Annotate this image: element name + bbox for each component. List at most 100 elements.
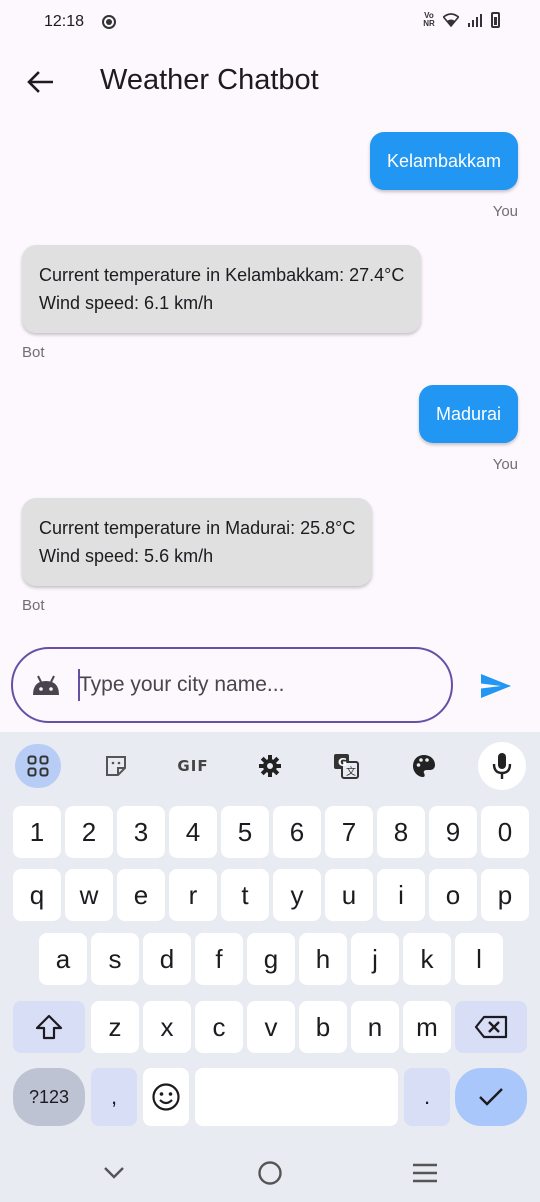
app-bar: Weather Chatbot bbox=[0, 46, 540, 118]
key-b[interactable]: b bbox=[299, 1001, 347, 1053]
key-k[interactable]: k bbox=[403, 933, 451, 985]
voice-input-button[interactable] bbox=[478, 742, 526, 790]
key-j[interactable]: j bbox=[351, 933, 399, 985]
sender-label: Bot bbox=[22, 597, 45, 614]
status-time: 12:18 bbox=[44, 13, 85, 30]
palette-icon bbox=[413, 755, 435, 777]
sender-label: You bbox=[492, 203, 518, 220]
back-button[interactable] bbox=[20, 62, 60, 102]
symbols-key[interactable]: ?123 bbox=[13, 1068, 85, 1126]
key-v[interactable]: v bbox=[247, 1001, 295, 1053]
period-key[interactable]: . bbox=[404, 1068, 450, 1126]
sender-label: Bot bbox=[22, 344, 45, 361]
key-e[interactable]: e bbox=[117, 869, 165, 921]
gif-label: GIF bbox=[177, 757, 209, 775]
keyboard: GIF G文 1 2 3 4 5 6 7 8 9 0 q w e r t y u… bbox=[0, 732, 540, 1142]
theme-button[interactable] bbox=[401, 744, 447, 788]
status-icons: Vo NR bbox=[423, 12, 500, 28]
battery-icon bbox=[491, 12, 500, 28]
key-i[interactable]: i bbox=[377, 869, 425, 921]
key-4[interactable]: 4 bbox=[169, 806, 217, 858]
user-message: Kelambakkam bbox=[369, 132, 518, 190]
enter-key[interactable] bbox=[455, 1068, 527, 1126]
backspace-icon bbox=[474, 1015, 508, 1039]
key-q[interactable]: q bbox=[13, 869, 61, 921]
send-button[interactable] bbox=[474, 666, 518, 706]
translate-button[interactable]: G文 bbox=[323, 744, 369, 788]
key-8[interactable]: 8 bbox=[377, 806, 425, 858]
key-x[interactable]: x bbox=[143, 1001, 191, 1053]
settings-icon bbox=[259, 755, 281, 777]
menu-icon bbox=[413, 1163, 437, 1183]
home-circle-icon bbox=[258, 1161, 282, 1185]
signal-icon bbox=[468, 14, 482, 27]
shift-icon bbox=[35, 1014, 63, 1040]
comma-key[interactable]: , bbox=[91, 1068, 137, 1126]
key-n[interactable]: n bbox=[351, 1001, 399, 1053]
key-a[interactable]: a bbox=[39, 933, 87, 985]
mic-icon bbox=[492, 753, 512, 779]
key-1[interactable]: 1 bbox=[13, 806, 61, 858]
key-m[interactable]: m bbox=[403, 1001, 451, 1053]
key-z[interactable]: z bbox=[91, 1001, 139, 1053]
city-input-container[interactable] bbox=[11, 647, 453, 723]
sticker-button[interactable] bbox=[93, 744, 139, 788]
page-title: Weather Chatbot bbox=[100, 64, 319, 96]
backspace-key[interactable] bbox=[455, 1001, 527, 1053]
key-7[interactable]: 7 bbox=[325, 806, 373, 858]
volte-icon: Vo NR bbox=[423, 11, 435, 28]
bot-message: Current temperature in Kelambakkam: 27.4… bbox=[22, 245, 422, 333]
gif-button[interactable]: GIF bbox=[170, 744, 216, 788]
key-5[interactable]: 5 bbox=[221, 806, 269, 858]
bot-message-line: Wind speed: 6.1 km/h bbox=[39, 293, 214, 313]
key-f[interactable]: f bbox=[195, 933, 243, 985]
key-3[interactable]: 3 bbox=[117, 806, 165, 858]
wifi-icon bbox=[443, 13, 459, 27]
space-key[interactable] bbox=[195, 1068, 398, 1126]
send-icon bbox=[481, 674, 511, 698]
bot-message-line: Current temperature in Madurai: 25.8°C bbox=[39, 518, 356, 538]
arrow-back-icon bbox=[27, 71, 53, 93]
key-r[interactable]: r bbox=[169, 869, 217, 921]
nav-home-button[interactable] bbox=[254, 1158, 286, 1188]
key-l[interactable]: l bbox=[455, 933, 503, 985]
navigation-bar bbox=[0, 1142, 540, 1202]
bot-message: Current temperature in Madurai: 25.8°C W… bbox=[22, 498, 373, 586]
key-p[interactable]: p bbox=[481, 869, 529, 921]
sticker-icon bbox=[106, 756, 126, 776]
key-u[interactable]: u bbox=[325, 869, 373, 921]
shift-key[interactable] bbox=[13, 1001, 85, 1053]
emoji-icon bbox=[152, 1083, 180, 1111]
apps-icon bbox=[27, 755, 49, 777]
nav-menu-button[interactable] bbox=[409, 1158, 441, 1188]
key-s[interactable]: s bbox=[91, 933, 139, 985]
key-t[interactable]: t bbox=[221, 869, 269, 921]
key-w[interactable]: w bbox=[65, 869, 113, 921]
notification-icon bbox=[102, 15, 116, 29]
key-d[interactable]: d bbox=[143, 933, 191, 985]
status-bar: 12:18 Vo NR bbox=[0, 0, 540, 46]
key-6[interactable]: 6 bbox=[273, 806, 321, 858]
key-2[interactable]: 2 bbox=[65, 806, 113, 858]
android-icon bbox=[33, 675, 59, 695]
checkmark-icon bbox=[479, 1088, 503, 1106]
bot-message-line: Wind speed: 5.6 km/h bbox=[39, 546, 214, 566]
key-g[interactable]: g bbox=[247, 933, 295, 985]
city-input[interactable] bbox=[79, 667, 419, 703]
settings-button[interactable] bbox=[247, 744, 293, 788]
key-0[interactable]: 0 bbox=[481, 806, 529, 858]
chevron-down-icon bbox=[104, 1167, 124, 1179]
apps-button[interactable] bbox=[15, 744, 61, 788]
keyboard-toolbar: GIF G文 bbox=[0, 732, 540, 800]
key-c[interactable]: c bbox=[195, 1001, 243, 1053]
key-y[interactable]: y bbox=[273, 869, 321, 921]
nav-back-button[interactable] bbox=[98, 1158, 130, 1188]
key-9[interactable]: 9 bbox=[429, 806, 477, 858]
translate-icon: G文 bbox=[334, 754, 359, 779]
emoji-key[interactable] bbox=[143, 1068, 189, 1126]
user-message: Madurai bbox=[418, 385, 518, 443]
sender-label: You bbox=[492, 456, 518, 473]
key-h[interactable]: h bbox=[299, 933, 347, 985]
key-o[interactable]: o bbox=[429, 869, 477, 921]
bot-message-line: Current temperature in Kelambakkam: 27.4… bbox=[39, 265, 405, 285]
